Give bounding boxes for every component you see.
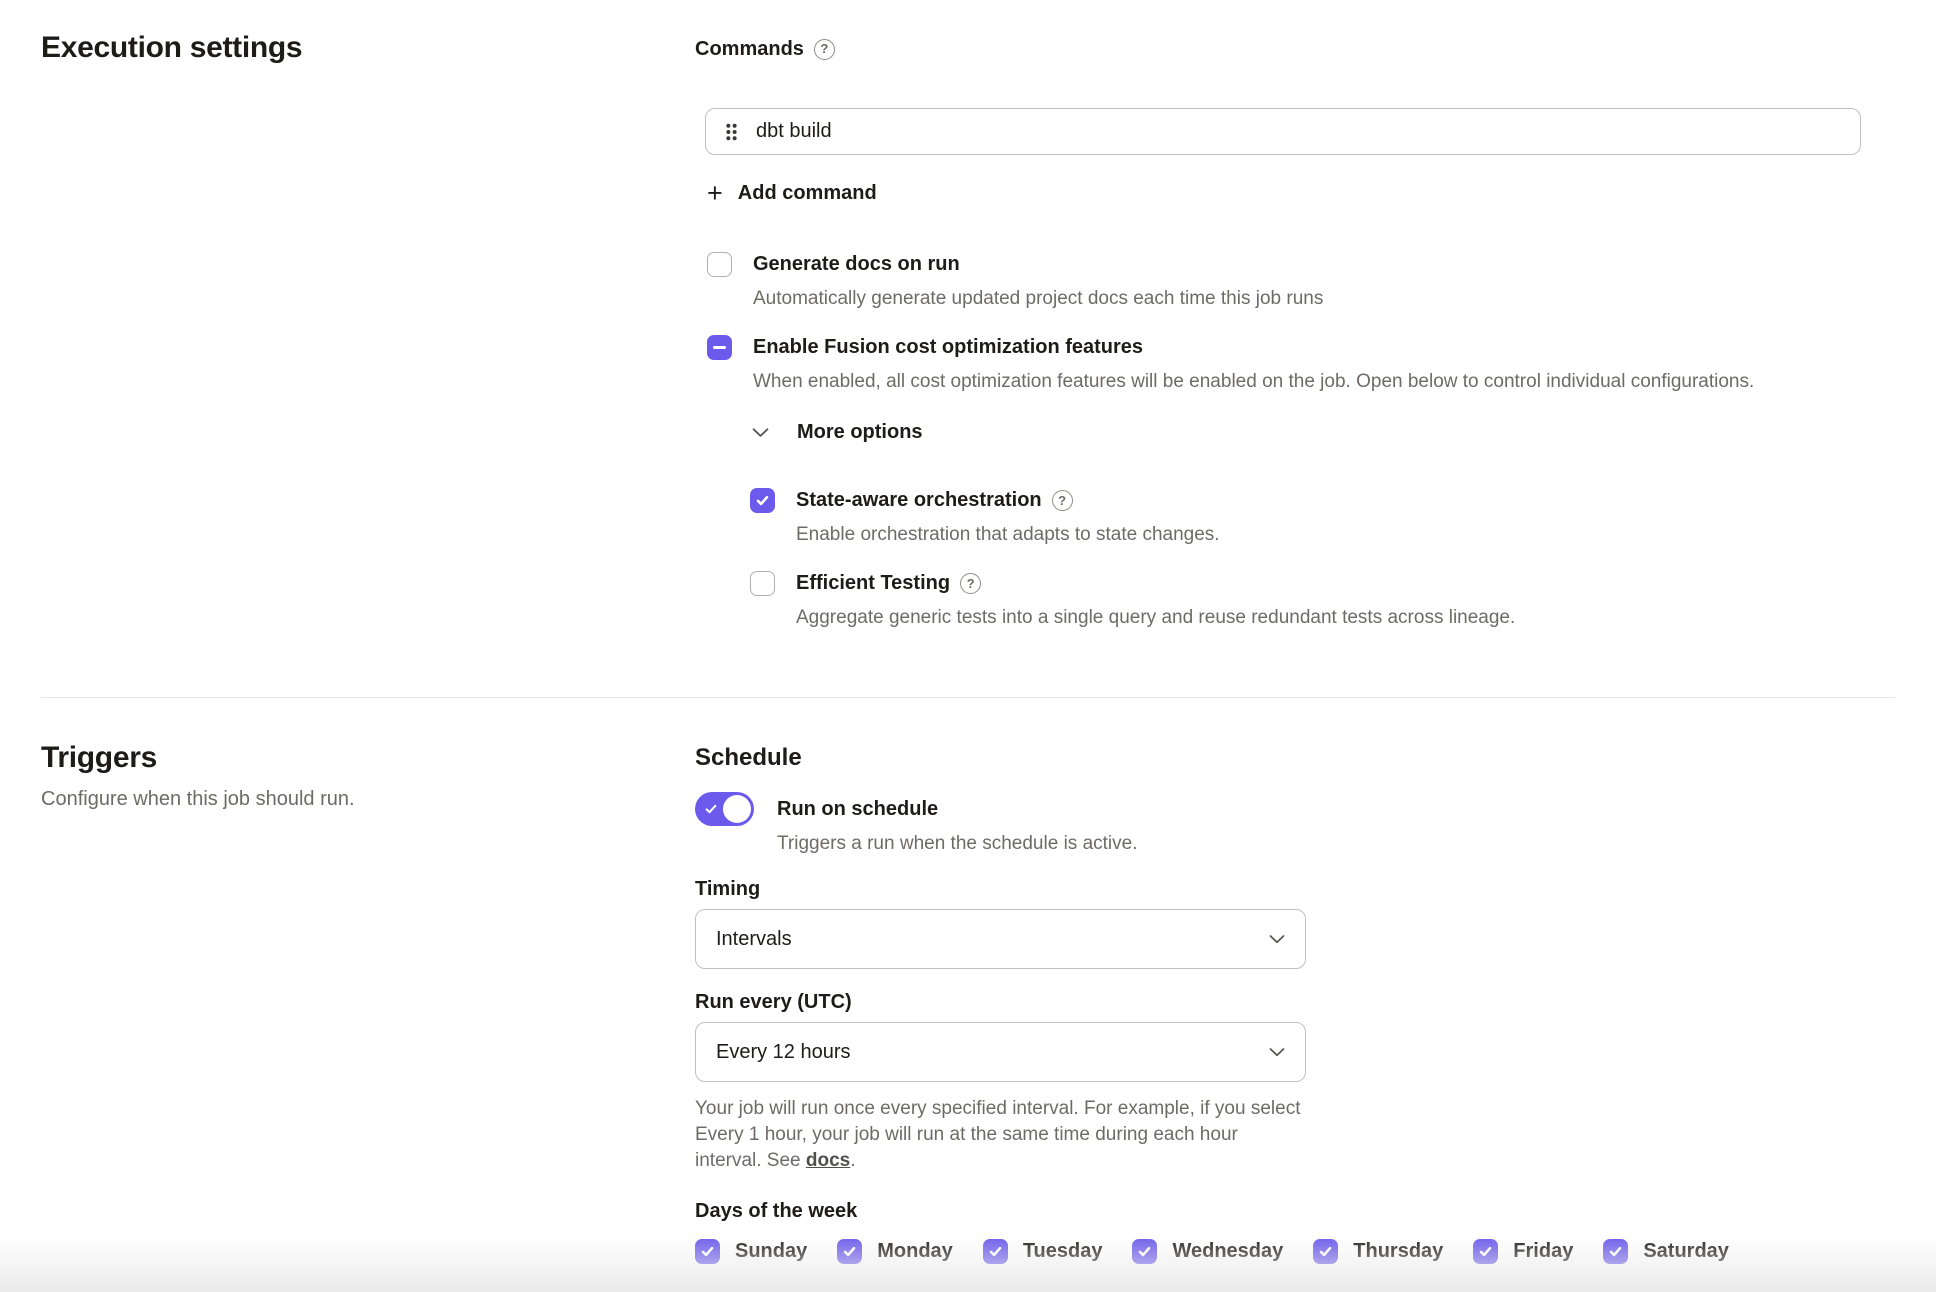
day-checkbox-tuesday[interactable]: Tuesday — [983, 1239, 1103, 1264]
chevron-down-icon — [752, 427, 769, 438]
checkbox-icon — [1132, 1239, 1157, 1264]
toggle-knob — [723, 795, 751, 823]
checkbox-icon — [695, 1239, 720, 1264]
checkbox-icon — [837, 1239, 862, 1264]
more-options-label: More options — [797, 420, 923, 445]
plus-icon: + — [707, 181, 723, 206]
job-settings-page: Execution settings Commands ? dbt build … — [0, 0, 1936, 1264]
more-options-toggle[interactable]: More options — [752, 420, 1895, 445]
schedule-heading: Schedule — [695, 743, 1895, 773]
checkbox-icon — [1313, 1239, 1338, 1264]
timing-select[interactable]: Intervals — [695, 909, 1306, 969]
fusion-optimization-label: Enable Fusion cost optimization features — [753, 335, 1143, 360]
run-every-select[interactable]: Every 12 hours — [695, 1022, 1306, 1082]
drag-handle-icon[interactable] — [724, 122, 739, 142]
generate-docs-label: Generate docs on run — [753, 252, 960, 277]
command-input[interactable]: dbt build — [705, 108, 1861, 155]
command-value: dbt build — [756, 120, 832, 143]
add-command-label: Add command — [738, 181, 877, 206]
checkbox-icon — [983, 1239, 1008, 1264]
run-every-value: Every 12 hours — [716, 1041, 851, 1064]
run-on-schedule-toggle[interactable] — [695, 792, 754, 826]
execution-settings-content: Commands ? dbt build + Add command — [695, 30, 1895, 630]
day-checkbox-monday[interactable]: Monday — [837, 1239, 953, 1264]
run-on-schedule-description: Triggers a run when the schedule is acti… — [777, 832, 1137, 856]
efficient-testing-row: Efficient Testing ? Aggregate generic te… — [750, 571, 1895, 630]
checkbox-icon — [1603, 1239, 1628, 1264]
efficient-testing-help-icon[interactable]: ? — [960, 573, 981, 594]
efficient-testing-checkbox[interactable] — [750, 571, 775, 596]
state-aware-help-icon[interactable]: ? — [1052, 490, 1073, 511]
day-checkbox-thursday[interactable]: Thursday — [1313, 1239, 1443, 1264]
add-command-button[interactable]: + Add command — [707, 181, 877, 206]
run-on-schedule-row: Run on schedule Triggers a run when the … — [695, 792, 1895, 856]
days-of-week-label: Days of the week — [695, 1199, 1895, 1223]
execution-settings-title: Execution settings — [41, 30, 695, 66]
fusion-optimization-description: When enabled, all cost optimization feat… — [753, 370, 1895, 394]
efficient-testing-description: Aggregate generic tests into a single qu… — [796, 606, 1895, 630]
commands-label: Commands — [695, 36, 804, 62]
commands-help-icon[interactable]: ? — [814, 39, 835, 60]
fusion-optimization-row: Enable Fusion cost optimization features… — [707, 335, 1895, 394]
generate-docs-checkbox[interactable] — [707, 252, 732, 277]
day-checkbox-wednesday[interactable]: Wednesday — [1132, 1239, 1283, 1264]
triggers-title-column: Triggers Configure when this job should … — [41, 740, 695, 812]
section-divider — [41, 697, 1895, 698]
efficient-testing-label: Efficient Testing — [796, 571, 950, 596]
triggers-title: Triggers — [41, 740, 695, 776]
execution-settings-section: Execution settings Commands ? dbt build … — [41, 30, 1895, 630]
days-of-week-row: Sunday Monday Tuesday Wednesday Thursday — [695, 1239, 1895, 1264]
chevron-down-icon — [1269, 1047, 1285, 1057]
timing-label: Timing — [695, 877, 1895, 901]
day-checkbox-saturday[interactable]: Saturday — [1603, 1239, 1729, 1264]
triggers-content: Schedule Run on schedule Triggers a run … — [695, 740, 1895, 1264]
timing-value: Intervals — [716, 928, 792, 951]
triggers-section: Triggers Configure when this job should … — [41, 740, 1895, 1264]
day-checkbox-sunday[interactable]: Sunday — [695, 1239, 807, 1264]
docs-link[interactable]: docs — [806, 1150, 850, 1171]
interval-helper-text: Your job will run once every specified i… — [695, 1096, 1303, 1174]
triggers-subtitle: Configure when this job should run. — [41, 786, 695, 812]
checkbox-icon — [1473, 1239, 1498, 1264]
state-aware-row: State-aware orchestration ? Enable orche… — [750, 488, 1895, 547]
state-aware-description: Enable orchestration that adapts to stat… — [796, 523, 1895, 547]
day-checkbox-friday[interactable]: Friday — [1473, 1239, 1573, 1264]
generate-docs-description: Automatically generate updated project d… — [753, 287, 1895, 311]
state-aware-checkbox[interactable] — [750, 488, 775, 513]
fusion-optimization-checkbox[interactable] — [707, 335, 732, 360]
chevron-down-icon — [1269, 934, 1285, 944]
generate-docs-row: Generate docs on run Automatically gener… — [707, 252, 1895, 311]
state-aware-label: State-aware orchestration — [796, 488, 1042, 513]
run-on-schedule-label: Run on schedule — [777, 792, 1137, 826]
commands-label-row: Commands ? — [695, 36, 1895, 62]
run-every-label: Run every (UTC) — [695, 990, 1895, 1014]
execution-settings-title-column: Execution settings — [41, 30, 695, 66]
